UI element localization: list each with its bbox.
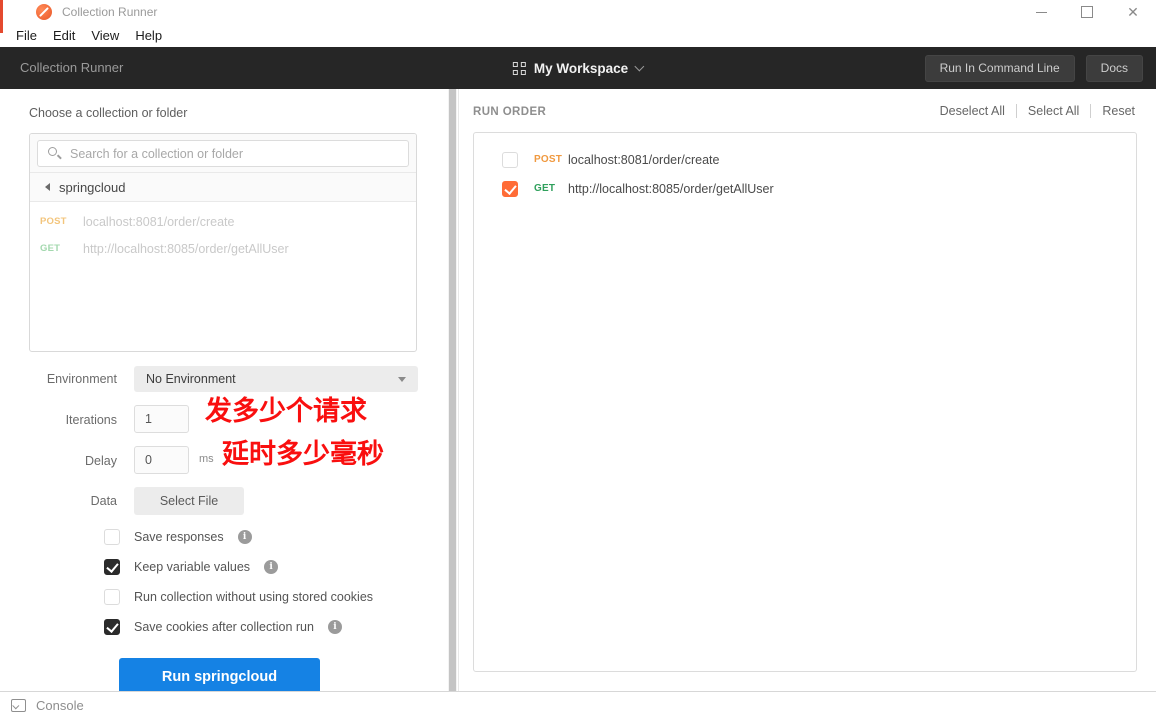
- close-button[interactable]: ✕: [1110, 0, 1156, 24]
- reset-link[interactable]: Reset: [1091, 104, 1135, 118]
- delay-input[interactable]: [134, 446, 189, 474]
- request-url: http://localhost:8085/order/getAllUser: [83, 241, 289, 256]
- left-panel-scrollbar[interactable]: [448, 89, 457, 691]
- collection-search-box: [37, 140, 410, 167]
- save-responses-label: Save responses: [134, 530, 224, 544]
- environment-value: No Environment: [146, 372, 236, 386]
- back-arrow-icon: [45, 183, 50, 191]
- stored-cookies-checkbox[interactable]: [104, 589, 120, 605]
- collection-name: springcloud: [59, 179, 126, 195]
- keep-variable-values-checkbox[interactable]: [104, 559, 120, 575]
- iterations-label: Iterations: [65, 413, 117, 427]
- scrollbar-thumb[interactable]: [449, 89, 456, 691]
- delay-annotation: 延时多少毫秒: [222, 439, 384, 469]
- background-window-edge: [0, 0, 3, 33]
- collection-search-input[interactable]: [70, 141, 410, 166]
- maximize-button[interactable]: [1064, 0, 1110, 24]
- run-order-list: POST localhost:8081/order/create GET htt…: [473, 132, 1137, 672]
- run-collection-button[interactable]: Run springcloud: [119, 658, 320, 691]
- method-badge-post: POST: [40, 216, 67, 227]
- delay-unit-label: ms: [199, 453, 214, 465]
- method-badge-get: GET: [40, 243, 61, 254]
- method-badge-post: POST: [534, 154, 563, 165]
- info-icon[interactable]: i: [327, 620, 342, 634]
- info-icon[interactable]: i: [264, 560, 279, 574]
- save-responses-row: Save responses i: [104, 529, 252, 545]
- search-icon: [48, 147, 57, 156]
- postman-window: Collection Runner ✕ File Edit View Help …: [0, 0, 1156, 719]
- collection-search-area: [30, 134, 416, 173]
- workspace-switcher[interactable]: My Workspace: [512, 47, 645, 89]
- save-responses-checkbox[interactable]: [104, 529, 120, 545]
- collection-browser: springcloud POST localhost:8081/order/cr…: [29, 133, 417, 352]
- choose-collection-label: Choose a collection or folder: [29, 106, 188, 120]
- menu-view[interactable]: View: [83, 28, 127, 43]
- request-url: http://localhost:8085/order/getAllUser: [568, 181, 774, 196]
- menu-help[interactable]: Help: [127, 28, 170, 43]
- minimize-button[interactable]: [1018, 0, 1064, 24]
- app-header: Collection Runner My Workspace Run In Co…: [0, 47, 1156, 89]
- stored-cookies-label: Run collection without using stored cook…: [134, 590, 374, 604]
- window-controls: ✕: [1018, 0, 1156, 24]
- page-title: Collection Runner: [20, 60, 124, 75]
- workspace-name: My Workspace: [533, 60, 629, 76]
- run-order-title: RUN ORDER: [473, 106, 547, 118]
- run-order-item: GET http://localhost:8085/order/getAllUs…: [474, 174, 1136, 203]
- run-order-checkbox[interactable]: [502, 180, 518, 197]
- save-cookies-row: Save cookies after collection run i: [104, 619, 342, 635]
- delay-label: Delay: [85, 454, 117, 468]
- request-url: localhost:8081/order/create: [83, 214, 235, 229]
- title-bar: Collection Runner ✕: [0, 0, 1156, 24]
- run-order-actions: Deselect All Select All Reset: [940, 104, 1135, 118]
- workspace-grid-icon: [512, 61, 526, 75]
- run-in-command-line-button[interactable]: Run In Command Line: [924, 54, 1075, 82]
- select-all-link[interactable]: Select All: [1017, 104, 1090, 118]
- menu-edit[interactable]: Edit: [45, 28, 83, 43]
- save-cookies-checkbox[interactable]: [104, 619, 120, 635]
- console-bar[interactable]: Console: [0, 691, 1156, 719]
- console-label: Console: [36, 698, 84, 713]
- environment-label: Environment: [46, 372, 117, 386]
- select-file-button[interactable]: Select File: [134, 487, 244, 515]
- stored-cookies-row: Run collection without using stored cook…: [104, 589, 373, 605]
- header-buttons: Run In Command Line Docs: [924, 47, 1143, 89]
- save-cookies-label: Save cookies after collection run: [134, 620, 314, 634]
- run-order-item: POST localhost:8081/order/create: [474, 145, 1136, 174]
- keep-variable-values-row: Keep variable values i: [104, 559, 279, 575]
- dropdown-arrow-icon: [398, 376, 406, 382]
- request-item[interactable]: GET http://localhost:8085/order/getAllUs…: [30, 235, 416, 262]
- collection-settings-panel: Choose a collection or folder springclou…: [0, 89, 448, 691]
- collection-breadcrumb[interactable]: springcloud: [30, 173, 416, 202]
- menu-bar: File Edit View Help: [0, 24, 1156, 47]
- run-order-panel: RUN ORDER Deselect All Select All Reset …: [458, 89, 1156, 691]
- keep-variable-values-label: Keep variable values: [134, 560, 251, 574]
- data-label: Data: [90, 494, 117, 508]
- iterations-annotation: 发多少个请求: [205, 396, 367, 426]
- chevron-down-icon: [634, 61, 645, 72]
- run-order-checkbox[interactable]: [502, 151, 518, 168]
- request-url: localhost:8081/order/create: [568, 152, 720, 167]
- info-icon[interactable]: i: [237, 530, 252, 544]
- console-icon: [11, 699, 26, 712]
- menu-file[interactable]: File: [8, 28, 45, 43]
- method-badge-get: GET: [534, 183, 556, 194]
- request-item[interactable]: POST localhost:8081/order/create: [30, 208, 416, 235]
- docs-button[interactable]: Docs: [1085, 54, 1143, 82]
- postman-logo-icon: [36, 4, 52, 20]
- window-title: Collection Runner: [62, 5, 158, 19]
- deselect-all-link[interactable]: Deselect All: [940, 104, 1016, 118]
- request-list: POST localhost:8081/order/create GET htt…: [30, 202, 416, 262]
- iterations-input[interactable]: [134, 405, 189, 433]
